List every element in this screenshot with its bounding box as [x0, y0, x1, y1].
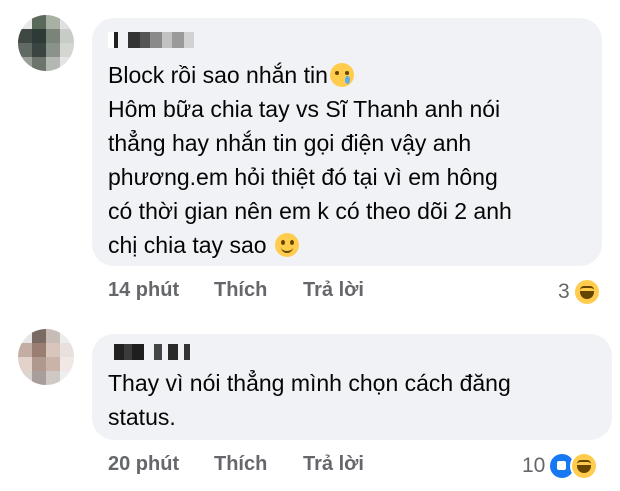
timestamp-link[interactable]: 20 phút — [108, 453, 214, 476]
comment-bubble: Thay vì nói thẳng mình chọn cách đăng st… — [92, 334, 612, 440]
comment-actions: 20 phút Thích Trả lời — [108, 453, 364, 476]
smiling-face-icon — [274, 233, 299, 257]
like-button[interactable]: Thích — [214, 279, 303, 302]
comment-bubble: Block rồi sao nhắn tin Hôm bữa chia tay … — [92, 18, 602, 266]
reaction-count: 10 — [522, 454, 546, 477]
crying-face-icon — [329, 63, 354, 87]
reaction-summary[interactable]: 3 — [558, 278, 601, 306]
reply-button[interactable]: Trả lời — [303, 453, 364, 476]
avatar[interactable] — [18, 329, 74, 385]
comment-text: Thay vì nói thẳng mình chọn cách đăng st… — [108, 370, 511, 430]
comment-actions: 14 phút Thích Trả lời — [108, 279, 364, 302]
comment-text: Block rồi sao nhắn tin Hôm bữa chia tay … — [108, 62, 512, 258]
haha-icon — [570, 452, 599, 480]
reply-button[interactable]: Trả lời — [303, 279, 364, 302]
timestamp-link[interactable]: 14 phút — [108, 279, 214, 302]
avatar[interactable] — [18, 15, 74, 71]
reaction-count: 3 — [558, 280, 570, 303]
haha-icon — [572, 278, 601, 306]
reaction-summary[interactable]: 10 — [522, 452, 599, 480]
like-button[interactable]: Thích — [214, 453, 303, 476]
author-name[interactable] — [108, 344, 190, 360]
author-name[interactable] — [108, 32, 194, 48]
